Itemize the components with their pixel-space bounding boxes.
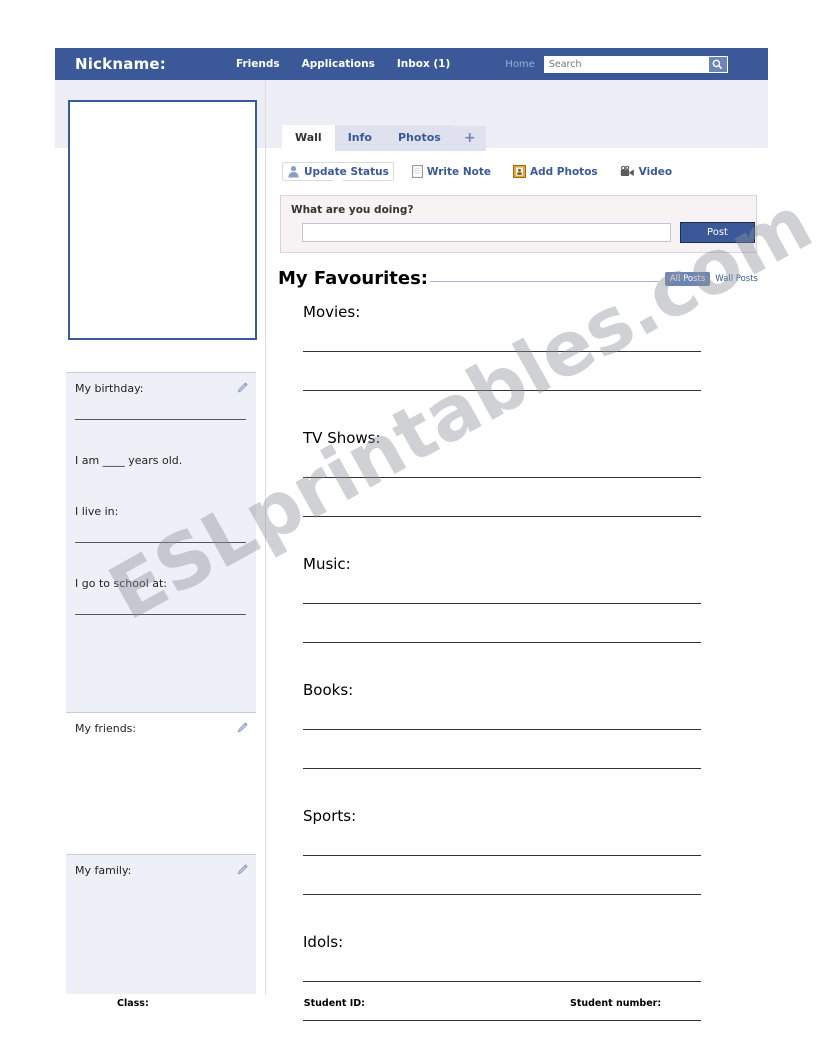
write-line[interactable] bbox=[303, 603, 701, 604]
pencil-icon[interactable] bbox=[237, 382, 248, 393]
write-line[interactable] bbox=[75, 419, 246, 420]
write-line[interactable] bbox=[303, 1020, 701, 1021]
write-line[interactable] bbox=[303, 642, 701, 643]
write-line[interactable] bbox=[303, 390, 701, 391]
tab-wall[interactable]: Wall bbox=[282, 125, 335, 151]
top-nav-links: Friends Applications Inbox (1) bbox=[236, 58, 450, 70]
about-school-text: I go to school at: bbox=[75, 577, 168, 590]
action-write-note-label: Write Note bbox=[426, 165, 491, 178]
write-line[interactable] bbox=[303, 855, 701, 856]
write-line[interactable] bbox=[303, 894, 701, 895]
write-line[interactable] bbox=[303, 477, 701, 478]
status-composer: What are you doing? Post bbox=[280, 195, 757, 253]
footer-class-label: Class: bbox=[117, 998, 149, 1009]
note-icon bbox=[411, 165, 423, 178]
profile-tabs: Wall Info Photos + bbox=[282, 125, 486, 151]
section-label-books: Books: bbox=[303, 681, 354, 699]
status-input[interactable] bbox=[302, 223, 671, 242]
tab-add-icon[interactable]: + bbox=[453, 126, 486, 151]
write-line[interactable] bbox=[75, 542, 246, 543]
pencil-icon[interactable] bbox=[237, 864, 248, 875]
footer-row: Class: Student ID: Student number: bbox=[55, 998, 768, 1009]
section-label-sports: Sports: bbox=[303, 807, 357, 825]
family-title: My family: bbox=[75, 864, 132, 877]
about-age-text: I am ____ years old. bbox=[75, 454, 183, 467]
nav-link-inbox[interactable]: Inbox (1) bbox=[397, 58, 450, 70]
nav-link-applications[interactable]: Applications bbox=[302, 58, 375, 70]
search-area: Search bbox=[543, 55, 728, 73]
section-label-idols: Idols: bbox=[303, 933, 344, 951]
video-camera-icon bbox=[620, 165, 634, 176]
action-update-status[interactable]: Update Status bbox=[282, 162, 394, 186]
profile-photo-placeholder[interactable] bbox=[68, 100, 257, 340]
person-icon bbox=[288, 166, 299, 178]
write-line[interactable] bbox=[303, 981, 701, 982]
tab-info[interactable]: Info bbox=[334, 125, 385, 151]
nav-link-friends[interactable]: Friends bbox=[236, 58, 280, 70]
column-divider bbox=[265, 80, 266, 995]
filter-all-posts[interactable]: All Posts bbox=[664, 271, 711, 286]
composer-prompt: What are you doing? bbox=[291, 204, 414, 216]
action-add-photos[interactable]: Add Photos bbox=[509, 163, 602, 180]
brand-title: Nickname: bbox=[75, 55, 166, 73]
action-video-label: Video bbox=[638, 165, 673, 178]
nav-link-home[interactable]: Home bbox=[505, 59, 535, 70]
friends-header: My friends: bbox=[66, 713, 256, 735]
write-line[interactable] bbox=[303, 729, 701, 730]
footer-student-id-label: Student ID: bbox=[303, 998, 365, 1009]
footer-student-number-label: Student number: bbox=[569, 998, 662, 1009]
write-line[interactable] bbox=[303, 768, 701, 769]
search-input[interactable]: Search bbox=[543, 55, 709, 73]
composer-action-row: Update Status Write Note Add Photos Vide… bbox=[282, 162, 676, 186]
section-label-music: Music: bbox=[303, 555, 351, 573]
favourites-header: My Favourites: All Posts Wall Posts bbox=[278, 268, 763, 289]
about-title: My birthday: bbox=[75, 382, 144, 395]
section-label-movies: Movies: bbox=[303, 303, 361, 321]
sidebar-family-box: My family: bbox=[66, 854, 256, 994]
action-write-note[interactable]: Write Note bbox=[408, 163, 495, 180]
about-live-text: I live in: bbox=[75, 505, 119, 518]
section-label-tv-shows: TV Shows: bbox=[303, 429, 381, 447]
action-update-status-label: Update Status bbox=[304, 165, 389, 178]
sidebar-about-box: My birthday: I am ____ years old. I live… bbox=[66, 372, 256, 712]
write-line[interactable] bbox=[303, 351, 701, 352]
heading-rule bbox=[430, 281, 659, 282]
favourites-sections: Movies: TV Shows: Music: Books: Sports: … bbox=[303, 303, 701, 1059]
family-header: My family: bbox=[66, 855, 256, 877]
filter-wall-posts[interactable]: Wall Posts bbox=[710, 272, 763, 286]
page-title: My Favourites: bbox=[278, 268, 428, 289]
tab-photos[interactable]: Photos bbox=[385, 125, 454, 151]
pencil-icon[interactable] bbox=[237, 722, 248, 733]
write-line[interactable] bbox=[75, 614, 246, 615]
search-button[interactable] bbox=[708, 55, 728, 73]
about-header: My birthday: bbox=[66, 373, 256, 395]
sidebar-friends-box: My friends: bbox=[66, 712, 256, 854]
search-icon bbox=[712, 59, 723, 69]
top-navigation-bar: Nickname: Friends Applications Inbox (1)… bbox=[55, 48, 768, 80]
friends-title: My friends: bbox=[75, 722, 137, 735]
composer-row: Post bbox=[302, 222, 756, 243]
action-add-photos-label: Add Photos bbox=[529, 165, 598, 178]
action-video[interactable]: Video bbox=[616, 164, 676, 180]
post-button[interactable]: Post bbox=[680, 222, 755, 243]
photo-icon bbox=[512, 165, 526, 178]
write-line[interactable] bbox=[303, 516, 701, 517]
